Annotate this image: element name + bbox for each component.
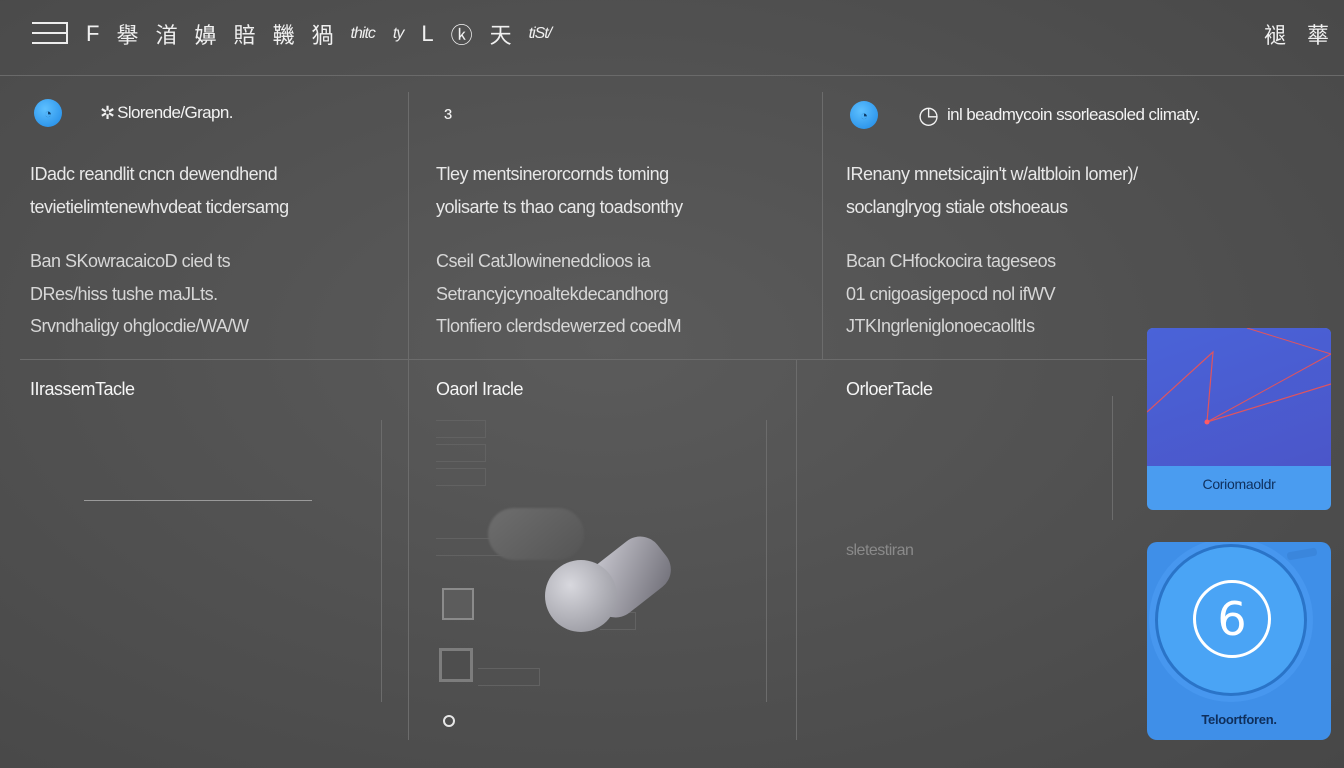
column-1-line-5: Srvndhaligy ohglocdie/WA/W bbox=[30, 316, 249, 336]
toolbar-item-9[interactable]: ty bbox=[393, 25, 404, 43]
clock-icon[interactable]: ◷ bbox=[918, 101, 939, 130]
toolbar-right: 褪 蕐 bbox=[1242, 18, 1329, 50]
graph-lines bbox=[1147, 328, 1331, 425]
toolbar-item-11[interactable]: ⓚ bbox=[451, 18, 473, 50]
column-2-line-4: Setrancyjcynoaltekdecandhorg bbox=[436, 284, 669, 304]
dial-card[interactable]: 6 Teloortforen. bbox=[1147, 542, 1331, 740]
graph-card-label: Coriomaoldr bbox=[1202, 476, 1276, 492]
column-1-title: Slorende/Grapn. bbox=[117, 103, 233, 122]
column-3-line-2: soclanglryog stiale otshoeaus bbox=[846, 197, 1068, 217]
ghost-row-2 bbox=[436, 444, 486, 462]
column-1-section-title: IIrassemTacle bbox=[30, 379, 135, 399]
toolbar-item-4[interactable]: 嬶 bbox=[194, 18, 216, 50]
column-1-line-4: DRes/hiss tushe maJLts. bbox=[30, 284, 218, 304]
column-3-ghost-label: sletestiran bbox=[846, 542, 914, 559]
toolbar-item-13[interactable]: tiSt/ bbox=[529, 25, 553, 43]
column-3-line-1: IRenany mnetsicajin't w/altbloin lomer)/ bbox=[846, 164, 1138, 184]
dial-tab bbox=[1286, 547, 1318, 561]
graph-preview bbox=[1147, 328, 1331, 466]
graph-card[interactable]: Coriomaoldr bbox=[1147, 328, 1331, 510]
toolbar-item-12[interactable]: 天 bbox=[490, 18, 512, 50]
radio-button[interactable] bbox=[443, 715, 455, 727]
decorative-blob bbox=[545, 560, 617, 632]
column-1-header: ◔ ✲ Slorende/Grapn. bbox=[34, 98, 233, 128]
ghost-row-5 bbox=[478, 668, 540, 686]
column-divider-2 bbox=[822, 92, 823, 360]
menu-icon[interactable] bbox=[32, 22, 68, 44]
toolbar-right-item-2[interactable]: 蕐 bbox=[1307, 18, 1329, 50]
column-3-title: inl beadmycoin ssorleasoled climaty. bbox=[946, 105, 1201, 124]
checkbox-checked[interactable] bbox=[442, 588, 474, 620]
toolbar-item-6[interactable]: 鞿 bbox=[273, 18, 295, 50]
column-1-line-1: IDadc reandlit cncn dewendhend bbox=[30, 164, 278, 184]
ghost-row-1 bbox=[436, 420, 486, 438]
column-2-title: ɜ bbox=[444, 102, 452, 123]
toolbar-tools: F 擧 渞 嬶 賠 鞿 猧 thitc ty L ⓚ 天 tiSt/ bbox=[86, 18, 569, 50]
dial-icon: 6 bbox=[1193, 580, 1271, 658]
toolbar-right-item-1[interactable]: 褪 bbox=[1264, 18, 1286, 50]
app-badge-icon[interactable]: ◔ bbox=[34, 99, 62, 127]
column-divider-1 bbox=[408, 92, 409, 740]
column-divider-6 bbox=[1112, 396, 1113, 520]
column-3-header: ◔ ◷ inl beadmycoin ssorleasoled climaty. bbox=[850, 100, 1201, 130]
column-divider-4 bbox=[381, 420, 382, 702]
column-1-line-3: Ban SKowracaicoD cied ts bbox=[30, 251, 231, 271]
checkbox[interactable] bbox=[439, 648, 473, 682]
column-2-line-5: Tlonfiero clerdsdewerzed coedM bbox=[436, 316, 682, 336]
toolbar-item-1[interactable]: F bbox=[86, 21, 99, 47]
column-3-line-5: JTKIngrleniglonoecaolltIs bbox=[846, 316, 1035, 336]
toolbar-item-7[interactable]: 猧 bbox=[312, 18, 334, 50]
toolbar-item-8[interactable]: thitc bbox=[351, 25, 376, 43]
column-3-line-4: 01 cnigoasigepocd nol ifWV bbox=[846, 284, 1056, 304]
row-divider bbox=[20, 359, 1146, 360]
column-3-section-title: OrloerTacle bbox=[846, 379, 933, 399]
column-2-line-3: Cseil CatJlowinenedclioos ia bbox=[436, 251, 651, 271]
column-2-line-1: Tley mentsinerorcornds toming bbox=[436, 164, 669, 184]
column-3-line-3: Bcan CHfockocira tageseos bbox=[846, 251, 1056, 271]
app-badge-icon[interactable]: ◔ bbox=[850, 101, 878, 129]
gear-icon: ✲ bbox=[100, 102, 116, 123]
column-2-section-title: Oaorl Iracle bbox=[436, 379, 524, 399]
toolbar-item-10[interactable]: L bbox=[421, 21, 433, 47]
column-divider-3 bbox=[796, 360, 797, 740]
toolbar-item-5[interactable]: 賠 bbox=[234, 18, 256, 50]
dial-card-label: Teloortforen. bbox=[1201, 712, 1277, 727]
column-2-line-2: yolisarte ts thao cang toadsonthy bbox=[436, 197, 683, 217]
ghost-row-3 bbox=[436, 468, 486, 486]
toolbar-item-2[interactable]: 擧 bbox=[116, 18, 138, 50]
column-1-line-2: tevietielimtenewhvdeat ticdersamg bbox=[30, 197, 289, 217]
top-toolbar: F 擧 渞 嬶 賠 鞿 猧 thitc ty L ⓚ 天 tiSt/ 褪 蕐 bbox=[0, 0, 1344, 76]
column-2-header: ɜ bbox=[444, 98, 452, 128]
decorative-blob bbox=[488, 508, 584, 560]
column-divider-5 bbox=[766, 420, 767, 702]
toolbar-item-3[interactable]: 渞 bbox=[155, 18, 177, 50]
placeholder-rule bbox=[84, 500, 312, 501]
